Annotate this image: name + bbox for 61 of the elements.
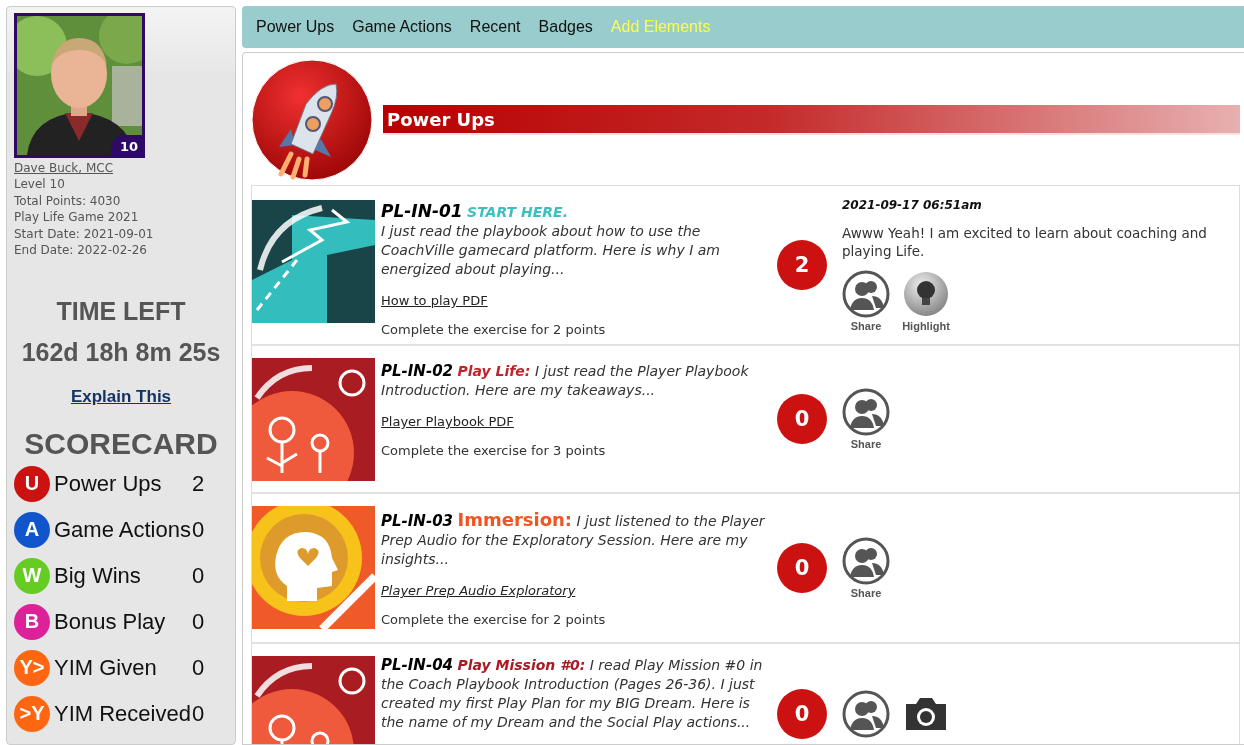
nav-tab[interactable]: Power Ups — [256, 18, 335, 36]
share-icon — [842, 537, 890, 585]
score-label: Power Ups — [54, 470, 163, 497]
resource-link[interactable]: Player Prep Audio Exploratory — [381, 583, 576, 598]
score-value: 0 — [192, 562, 205, 589]
share-icon — [842, 270, 890, 318]
exercise-title: PL-IN-02 Play Life: I just read the Player Playbook Introduction. Here are my takeaways... — [381, 362, 750, 400]
score-label: Big Wins — [54, 562, 142, 589]
points-note: Complete the exercise for 2 points — [381, 612, 606, 627]
lightbulb-icon — [902, 270, 950, 318]
scorecard-title: SCORECARD — [23, 426, 219, 461]
exercise-title: PL-IN-01 START HERE. — [381, 202, 568, 222]
profile-detail: End Date: 2022-02-26 — [14, 242, 148, 259]
score-badge: U — [14, 465, 50, 502]
score-value: 0 — [192, 654, 205, 681]
rocket-icon — [251, 59, 373, 181]
score-value: 0 — [192, 608, 205, 635]
score-circle: 2 — [777, 240, 827, 290]
share-icon — [842, 388, 890, 436]
points-note: Complete the exercise for 2 points — [381, 322, 606, 337]
score-value: 0 — [192, 516, 205, 543]
exercise-title: PL-IN-04 Play Mission #0: I read Play Mission #0 in the Coach Playbook Introduction (Pages 26-36). I just created my first Play Plan for my BIG Dream. Here is the name of my Dream and the Social Play actions... — [381, 656, 764, 732]
nav-tab[interactable]: Recent — [469, 18, 521, 36]
points-note: Complete the exercise for 3 points — [381, 443, 606, 458]
score-label: Game Actions — [54, 516, 192, 543]
exercise-title: PL-IN-03 Immersion: I just listened to the Player Prep Audio for the Exploratory Session. Here are my insights... — [381, 510, 766, 569]
countdown-text: 162d 18h 8m 25s — [20, 337, 222, 367]
profile-detail: Level 10 — [14, 176, 66, 193]
nav-tab[interactable]: Badges — [538, 18, 593, 36]
score-label: YIM Received — [54, 700, 192, 727]
score-value: 0 — [192, 700, 205, 727]
score-circle: 0 — [777, 394, 827, 444]
score-badge: B — [14, 603, 50, 640]
profile-detail: Total Points: 4030 — [14, 192, 122, 209]
score-badge: >Y — [14, 695, 50, 732]
action-button[interactable]: Share — [842, 388, 890, 450]
profile-detail: Play Life Game 2021 — [14, 209, 140, 226]
action-button[interactable]: Share — [842, 537, 890, 599]
score-label: YIM Given — [54, 654, 158, 681]
resource-link[interactable]: Player Playbook PDF — [381, 414, 514, 429]
share-icon — [842, 689, 890, 738]
score-value: 2 — [192, 470, 205, 497]
profile-name-link[interactable]: Dave Buck, MCC — [14, 160, 114, 176]
action-button[interactable] — [842, 689, 890, 738]
explain-link[interactable]: Explain This — [70, 386, 172, 407]
exercise-description: I just read the playbook about how to use the CoachVille gamecard platform. Here is why I am energized about playing... — [381, 222, 721, 279]
comment-text: Awww Yeah! I am excited to learn about coaching and playing Life. — [842, 224, 1208, 260]
profile-detail: Start Date: 2021-09-01 — [14, 225, 155, 242]
score-badge: Y> — [14, 649, 50, 686]
score-badge: W — [14, 557, 50, 594]
score-circle: 0 — [777, 688, 827, 739]
score-label: Bonus Play — [54, 608, 167, 635]
nav-tab[interactable]: Game Actions — [352, 18, 452, 36]
resource-link[interactable]: How to play PDF — [381, 293, 488, 308]
action-button[interactable]: Highlight — [902, 270, 950, 332]
score-badge: A — [14, 511, 50, 548]
section-banner: Power Ups — [383, 105, 1240, 135]
time-left-title: TIME LEFT — [55, 296, 187, 326]
action-button[interactable]: Share — [842, 270, 890, 332]
score-circle: 0 — [777, 543, 827, 593]
post-date: 2021-09-17 06:51am — [842, 198, 983, 212]
